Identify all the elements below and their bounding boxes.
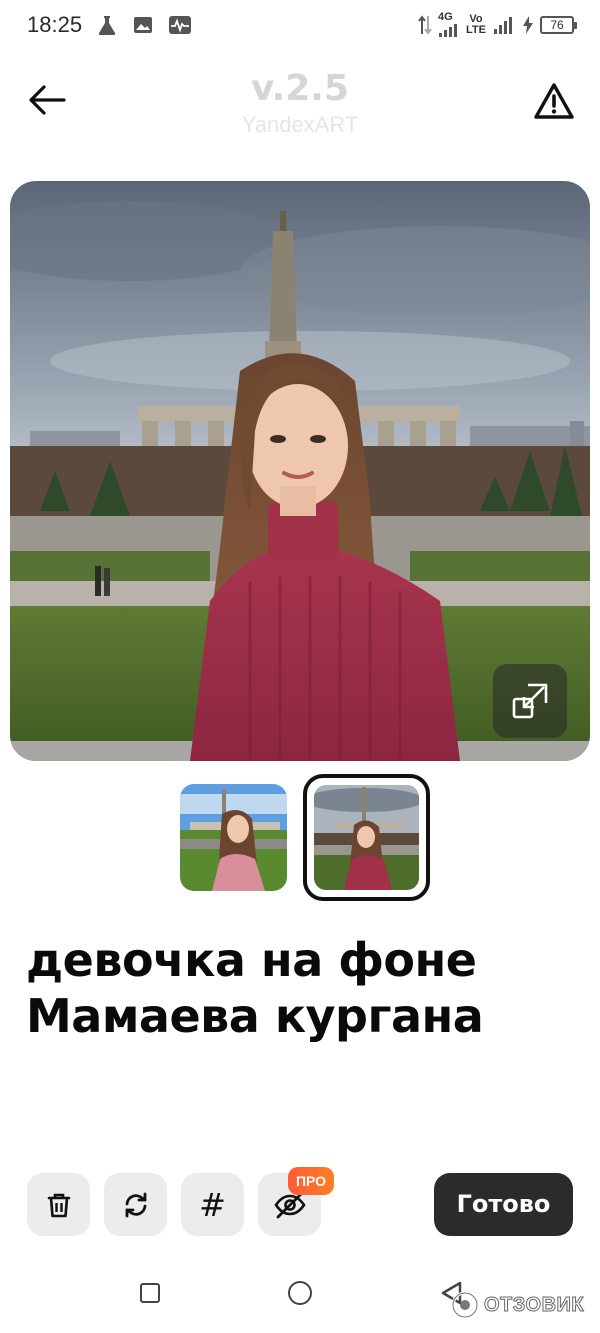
status-left-icons — [96, 14, 192, 36]
status-time: 18:25 — [27, 12, 83, 37]
prompt-text: девочка на фоне Мамаева кургана — [26, 933, 484, 1043]
thumbnail-2[interactable] — [303, 774, 430, 901]
signal-icon — [494, 16, 512, 34]
trash-icon — [47, 1193, 70, 1217]
version-label: v.2.5 — [251, 68, 349, 109]
header: v.2.5 YandexART — [0, 60, 600, 150]
battery-icon: 76 — [540, 15, 577, 34]
expand-button[interactable] — [493, 664, 567, 738]
thumbnail-2-inner — [314, 785, 419, 890]
network-type: 4G — [438, 11, 453, 23]
thumbnail-1-image — [180, 784, 287, 891]
warning-triangle-icon — [534, 83, 574, 119]
flask-icon — [98, 16, 116, 35]
home-icon[interactable] — [288, 1281, 312, 1305]
thumbnail-1[interactable] — [180, 784, 287, 891]
status-bar: 18:25 4G Vo LTE 76 — [0, 0, 600, 56]
done-button[interactable]: Готово — [434, 1173, 573, 1236]
delete-button[interactable] — [27, 1173, 90, 1236]
report-button[interactable] — [532, 80, 576, 124]
signal-icon — [439, 24, 458, 37]
charging-icon — [523, 15, 533, 34]
expand-icon — [512, 683, 548, 719]
watermark-text: ОТЗОВИК — [483, 1293, 585, 1316]
brand-label: YandexART — [241, 112, 359, 137]
hashtag-button[interactable]: # — [181, 1173, 244, 1236]
volte-top: Vo — [469, 12, 483, 25]
thumbnail-2-image — [314, 785, 419, 890]
refresh-icon — [125, 1192, 146, 1217]
watermark-logo-icon — [451, 1291, 479, 1319]
activity-monitor-icon — [169, 16, 191, 34]
pro-badge: ПРО — [288, 1167, 334, 1195]
volte-bottom: LTE — [466, 23, 486, 36]
status-right: 4G Vo LTE 76 — [418, 11, 577, 37]
recent-apps-icon[interactable] — [140, 1283, 160, 1303]
watermark: ОТЗОВИК — [450, 1290, 584, 1320]
regenerate-button[interactable] — [104, 1173, 167, 1236]
image-icon — [134, 17, 152, 33]
data-arrows-icon — [418, 14, 432, 35]
hashtag-icon: # — [199, 1185, 226, 1224]
